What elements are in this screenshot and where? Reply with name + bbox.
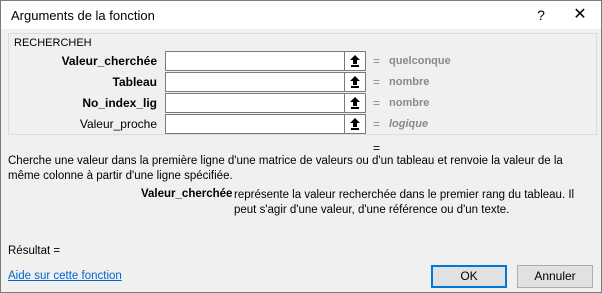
arg-equals-2: = [373, 75, 381, 89]
collapse-icon [350, 55, 360, 67]
no-index-lig-input[interactable] [165, 93, 345, 113]
collapse-dialog-button-3[interactable] [344, 93, 366, 113]
parameter-help-text: représente la valeur recherchée dans le … [234, 189, 575, 216]
arg-equals-1: = [373, 54, 381, 68]
ok-button[interactable]: OK [431, 265, 507, 288]
function-arguments-dialog: Arguments de la fonction ? ✕ RECHERCHEH … [0, 0, 602, 293]
parameter-help-name: Valeur_cherchée [141, 188, 233, 200]
arg-label-valeur-cherchee: Valeur_cherchée [61, 54, 157, 68]
arg-result-3: nombre [389, 97, 430, 109]
function-name: RECHERCHEH [14, 37, 92, 49]
arg-result-2: nombre [389, 76, 430, 88]
arg-result-4: logique [389, 118, 429, 130]
arg-equals-3: = [373, 96, 381, 110]
valeur-proche-input[interactable] [165, 114, 345, 134]
function-help-link[interactable]: Aide sur cette fonction [8, 270, 122, 282]
dialog-title: Arguments de la fonction [11, 8, 155, 23]
arg-label-valeur-proche: Valeur_proche [79, 117, 157, 131]
cancel-button[interactable]: Annuler [517, 265, 593, 288]
help-button[interactable]: ? [528, 4, 554, 26]
collapse-icon [350, 97, 360, 109]
arg-label-no-index-lig: No_index_lig [82, 96, 157, 110]
collapse-icon [350, 118, 360, 130]
function-description: Cherche une valeur dans la première lign… [8, 155, 563, 182]
tableau-input[interactable] [165, 72, 345, 92]
collapse-dialog-button-2[interactable] [344, 72, 366, 92]
valeur-cherchee-input[interactable] [165, 51, 345, 71]
formula-result-equals: = [373, 141, 381, 155]
collapse-dialog-button-1[interactable] [344, 51, 366, 71]
close-button[interactable]: ✕ [567, 4, 593, 26]
result-label: Résultat = [8, 245, 61, 257]
collapse-dialog-button-4[interactable] [344, 114, 366, 134]
arg-result-1: quelconque [389, 55, 451, 67]
collapse-icon [350, 76, 360, 88]
arg-label-tableau: Tableau [112, 75, 157, 89]
title-bar: Arguments de la fonction ? ✕ [1, 1, 601, 29]
arg-equals-4: = [373, 117, 381, 131]
